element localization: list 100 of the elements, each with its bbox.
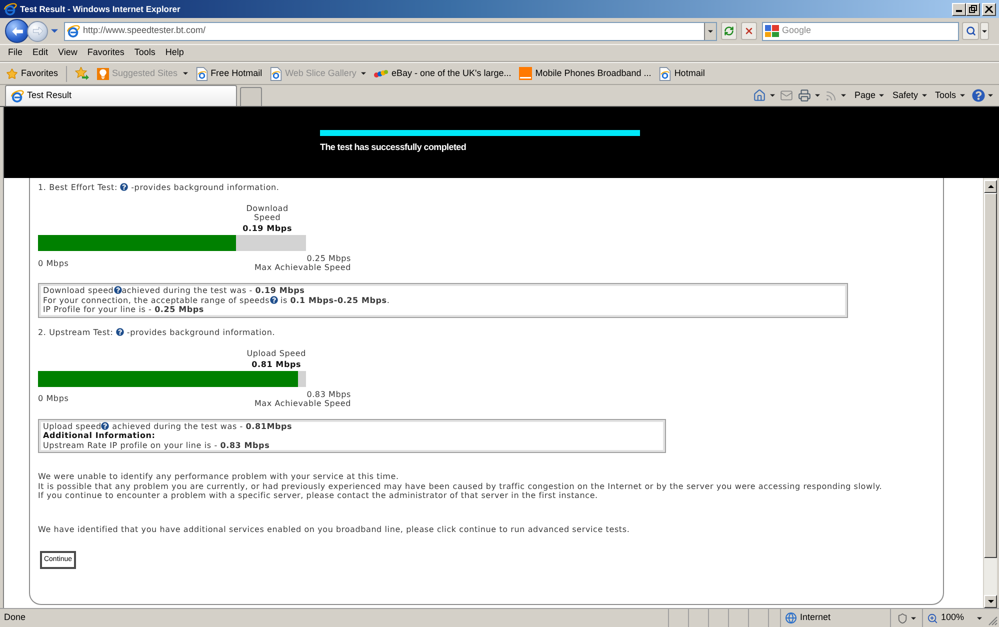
command-menu[interactable]: Tools — [934, 88, 965, 102]
help-button[interactable] — [972, 89, 993, 102]
favorites-link[interactable]: eBay - one of the UK's large... — [374, 66, 512, 80]
right-arrow-icon — [32, 27, 42, 35]
caret-icon — [982, 30, 987, 32]
address-bar[interactable]: http://www.speedtester.bt.com/ — [64, 22, 717, 40]
printer-icon — [798, 89, 812, 102]
caret-icon — [910, 616, 916, 620]
favorites-link[interactable]: Mobile Phones Broadband ... — [519, 66, 652, 80]
page-icon — [659, 66, 672, 80]
scale-max-label: 0.25 Mbps — [306, 254, 351, 263]
menu-item[interactable]: View — [53, 45, 82, 61]
home-icon — [753, 89, 766, 102]
speed-label: Upload Speed — [246, 348, 306, 358]
caret-icon — [51, 29, 58, 33]
info-text: achieved during the test was - 0.81Mbps — [111, 422, 292, 430]
help-icon — [120, 183, 128, 191]
help-icon — [972, 89, 985, 102]
browser-logo-icon — [4, 2, 17, 16]
resize-grip-icon — [988, 616, 998, 626]
window-title: Test Result - Windows Internet Explorer — [20, 2, 180, 16]
menu-item[interactable]: Favorites — [82, 45, 130, 61]
favorites-button[interactable]: Favorites — [6, 66, 58, 80]
minimize-button[interactable] — [952, 2, 966, 16]
star-arrow-icon — [75, 67, 90, 80]
left-arrow-icon — [12, 26, 22, 36]
refresh-icon — [724, 26, 734, 36]
message-text: We were unable to identify any performance problem with your service at this time. — [38, 472, 400, 482]
speed-label: Download Speed — [245, 204, 290, 222]
rss-icon — [825, 90, 838, 102]
message-text: If you continue to encounter a problem with a specific server, please contact the administrator of that server in the first instance. — [38, 491, 599, 500]
zone-text: Internet — [800, 611, 830, 624]
scroll-thumb[interactable] — [984, 193, 997, 558]
browser-tab[interactable]: Test Result — [5, 85, 237, 106]
globe-icon — [784, 612, 797, 624]
up-arrow-icon — [988, 185, 994, 188]
back-button[interactable] — [5, 19, 29, 43]
scale-min-label: 0 Mbps — [38, 258, 69, 268]
zoom-button[interactable]: 100% — [926, 611, 982, 625]
help-icon — [270, 296, 278, 304]
scale-max-label: 0.83 Mbps — [306, 390, 351, 398]
close-button[interactable] — [982, 2, 996, 16]
restore-icon — [969, 5, 977, 13]
menu-item[interactable]: File — [3, 45, 28, 61]
menu-item[interactable]: Tools — [129, 45, 160, 61]
scroll-up-button[interactable] — [984, 180, 997, 193]
envelope-icon — [780, 89, 794, 102]
x-icon — [744, 26, 754, 36]
square-logo-icon — [519, 67, 532, 80]
command-menu[interactable]: Safety — [892, 88, 927, 102]
restore-button[interactable] — [966, 2, 980, 16]
menu-item[interactable]: Help — [160, 45, 189, 61]
address-dropdown-button[interactable] — [704, 22, 716, 40]
down-arrow-icon — [988, 600, 994, 603]
caret-icon — [841, 94, 846, 97]
section-heading: 2. Upstream Test: — [38, 328, 114, 336]
scroll-down-button[interactable] — [984, 595, 997, 608]
dots-logo-icon — [374, 68, 388, 78]
search-box[interactable]: Google — [762, 22, 959, 40]
help-icon — [116, 328, 124, 336]
info-text: Upstream Rate IP profile on your line is - 0.83 Mbps — [43, 440, 270, 450]
notice-text: We have identified that you have additional services enabled on you broadband line, please click continue to run advanced service tests. — [38, 524, 631, 534]
stop-button[interactable] — [741, 22, 757, 40]
caret-icon — [879, 94, 884, 97]
color-blocks-icon — [765, 25, 779, 37]
section-heading: -provides background information. — [130, 183, 280, 192]
command-menu[interactable]: Page — [854, 88, 884, 102]
status-text: Done — [3, 611, 26, 624]
favorites-link[interactable]: Hotmail — [659, 66, 705, 80]
refresh-button[interactable] — [721, 22, 737, 40]
home-button[interactable] — [753, 89, 776, 102]
rss-button[interactable] — [825, 90, 846, 102]
caret-icon — [708, 30, 713, 32]
favorites-link[interactable]: Free Hotmail — [196, 66, 262, 80]
search-icon — [966, 26, 976, 36]
security-button[interactable] — [896, 612, 916, 624]
page-icon — [196, 66, 208, 80]
shield-icon — [896, 612, 908, 624]
search-options-button[interactable] — [980, 22, 989, 40]
page-icon — [270, 66, 282, 80]
info-text: Additional Information: — [43, 431, 156, 440]
section-heading: -provides background information. — [126, 328, 276, 336]
page-logo-icon — [11, 90, 24, 102]
help-icon — [114, 286, 122, 294]
print-button[interactable] — [798, 89, 820, 102]
page-logo-icon — [67, 24, 80, 38]
info-text: Download speed — [43, 286, 114, 295]
info-text: Upload speed — [43, 422, 102, 430]
star-icon — [6, 68, 18, 80]
caret-icon — [988, 94, 993, 97]
info-text: For your connection, the acceptable range of speeds — [43, 296, 270, 304]
zoom-icon — [926, 612, 938, 624]
search-field[interactable]: Google — [782, 24, 958, 38]
caret-icon — [182, 72, 188, 75]
address-field[interactable]: http://www.speedtester.bt.com/ — [83, 24, 704, 38]
info-text: IP Profile for your line is - 0.25 Mbps — [43, 305, 204, 314]
search-button[interactable] — [962, 22, 979, 40]
close-icon — [985, 6, 993, 12]
menu-item[interactable]: Edit — [28, 45, 54, 61]
info-text: achieved during the test was - 0.19 Mbps — [122, 286, 305, 295]
